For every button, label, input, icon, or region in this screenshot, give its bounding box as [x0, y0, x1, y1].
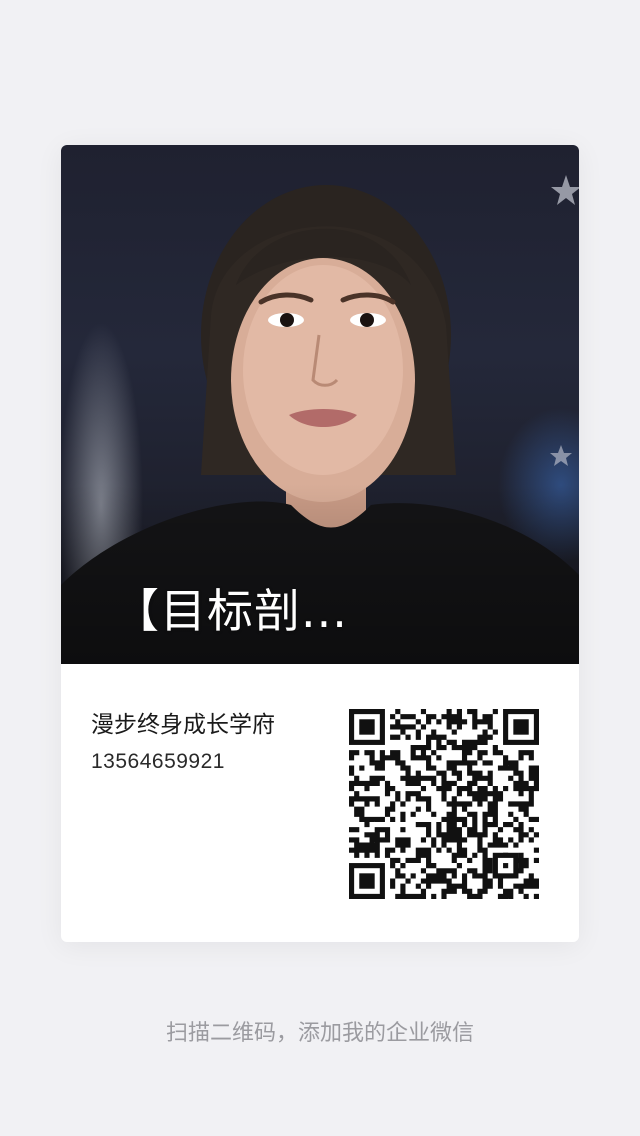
- contact-phone: 13564659921: [91, 750, 225, 773]
- qr-code-icon: [349, 709, 539, 899]
- scan-hint: 扫描二维码，添加我的企业微信: [165, 1021, 474, 1046]
- profile-photo: 【目标剖...: [61, 145, 579, 664]
- photo-title: 【目标剖...: [113, 584, 348, 638]
- business-card: 【目标剖... 漫步终身成长学府 13564659921: [61, 145, 579, 942]
- contact-name: 漫步终身成长学府: [91, 712, 275, 738]
